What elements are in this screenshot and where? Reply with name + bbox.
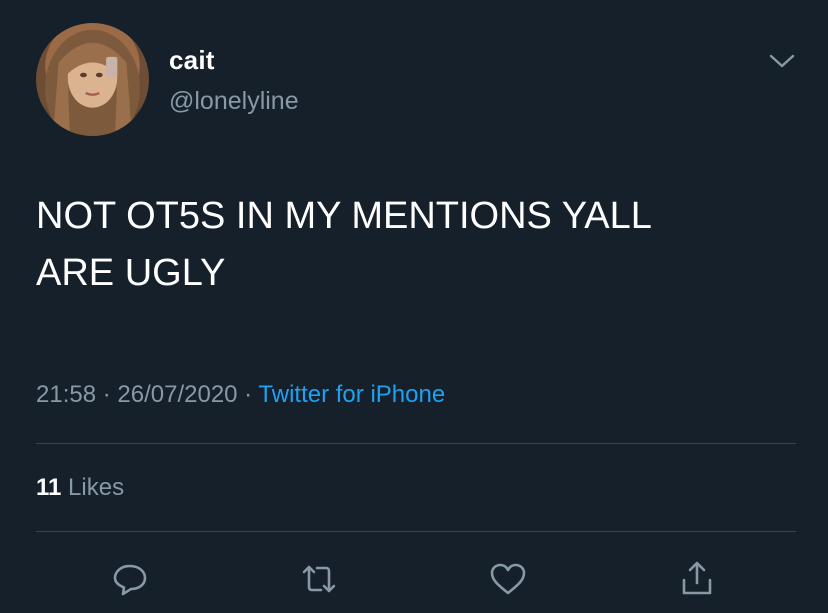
like-button[interactable] [486,557,530,601]
share-button[interactable] [675,557,719,601]
likes-count: 11 [36,474,62,501]
tweet-text: NOT OT5S IN MY MENTIONS YALL ARE UGLY [36,188,796,302]
heart-icon [490,563,526,595]
tweet-text-line: ARE UGLY [36,252,226,294]
retweet-icon [302,565,336,593]
chevron-down-icon[interactable] [768,52,796,70]
retweet-button[interactable] [297,557,341,601]
reply-button[interactable] [108,557,152,601]
tweet-source-link[interactable]: Twitter for iPhone [258,381,445,408]
meta-separator: · [237,381,259,408]
reply-icon [113,564,147,596]
avatar[interactable] [36,23,149,136]
divider [36,443,796,444]
avatar-photo [45,29,140,136]
meta-separator: · [96,381,118,408]
tweet-meta: 21:58 · 26/07/2020 · Twitter for iPhone [36,381,445,409]
share-icon [682,561,712,595]
tweet-card: cait @lonelyline NOT OT5S IN MY MENTIONS… [0,0,828,613]
display-name[interactable]: cait [169,45,215,76]
tweet-text-line: NOT OT5S IN MY MENTIONS YALL [36,195,652,237]
likes-label: Likes [68,474,125,501]
tweet-time[interactable]: 21:58 [36,381,96,408]
user-handle[interactable]: @lonelyline [169,87,299,116]
tweet-date[interactable]: 26/07/2020 [117,381,237,408]
likes-stat[interactable]: 11 Likes [36,474,124,502]
divider [36,531,796,532]
